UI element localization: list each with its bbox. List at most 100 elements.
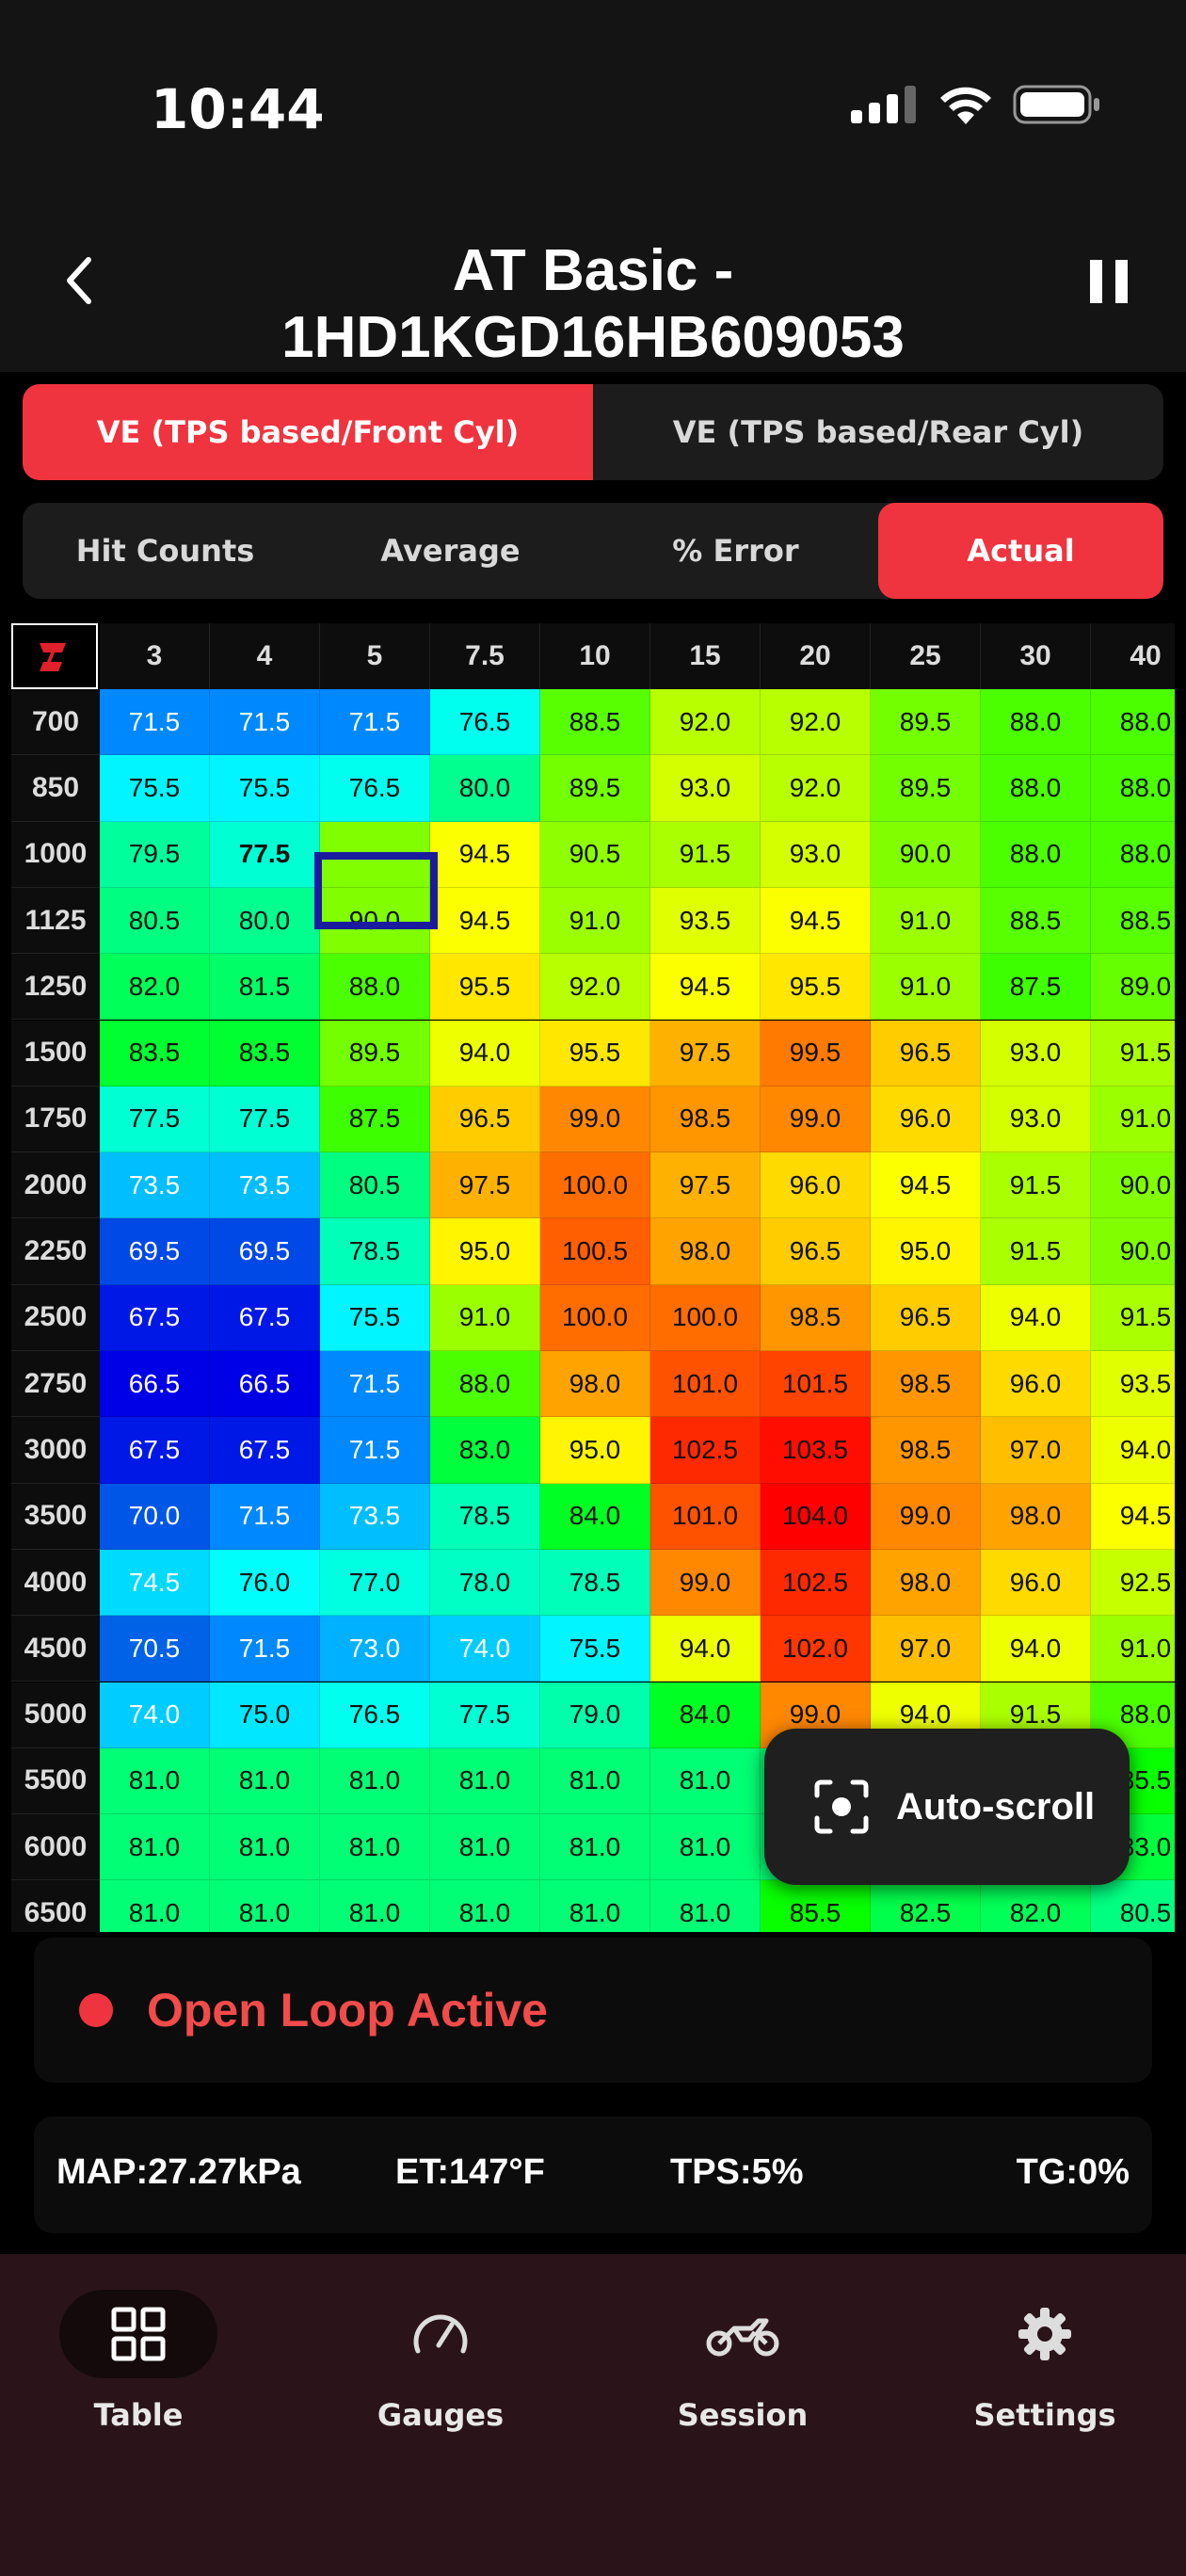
table-cell[interactable]: 97.0 bbox=[871, 1616, 981, 1682]
table-cell[interactable]: 71.5 bbox=[210, 1616, 320, 1682]
table-cell[interactable]: 102.0 bbox=[761, 1616, 871, 1682]
table-cell[interactable]: 95.0 bbox=[540, 1417, 650, 1484]
table-cell[interactable]: 91.5 bbox=[1091, 1020, 1175, 1087]
table-cell[interactable]: 73.0 bbox=[320, 1616, 430, 1682]
table-cell[interactable]: 75.5 bbox=[540, 1616, 650, 1682]
table-cell[interactable]: 73.5 bbox=[100, 1152, 210, 1219]
table-cell[interactable]: 100.0 bbox=[540, 1284, 650, 1351]
table-cell[interactable]: 80.5 bbox=[320, 1152, 430, 1219]
table-cell[interactable]: 98.0 bbox=[871, 1549, 981, 1617]
table-cell[interactable]: 98.0 bbox=[650, 1218, 761, 1285]
table-cell[interactable]: 81.0 bbox=[100, 1814, 210, 1881]
table-cell[interactable]: 81.0 bbox=[650, 1747, 761, 1815]
table-cell[interactable]: 94.5 bbox=[871, 1152, 981, 1219]
table-cell[interactable]: 103.5 bbox=[761, 1417, 871, 1484]
table-cell[interactable]: 75.5 bbox=[100, 755, 210, 822]
table-cell[interactable]: 78.5 bbox=[320, 1218, 430, 1285]
table-cell[interactable]: 90.0 bbox=[871, 821, 981, 888]
table-cell[interactable]: 73.5 bbox=[320, 1483, 430, 1550]
table-cell[interactable]: 81.0 bbox=[430, 1814, 540, 1881]
table-cell[interactable]: 79.0 bbox=[540, 1682, 650, 1748]
table-cell[interactable]: 92.0 bbox=[650, 689, 761, 756]
table-cell[interactable]: 81.0 bbox=[430, 1880, 540, 1932]
table-cell[interactable]: 88.0 bbox=[1091, 689, 1175, 756]
table-cell[interactable]: 92.0 bbox=[540, 954, 650, 1021]
table-cell[interactable]: 67.5 bbox=[210, 1284, 320, 1351]
table-cell[interactable]: 99.0 bbox=[761, 1086, 871, 1153]
table-cell[interactable]: 82.0 bbox=[981, 1880, 1091, 1932]
table-cell[interactable]: 99.5 bbox=[761, 1020, 871, 1087]
table-cell[interactable]: 88.0 bbox=[981, 755, 1091, 822]
table-cell[interactable]: 66.5 bbox=[210, 1351, 320, 1418]
table-cell[interactable]: 89.5 bbox=[871, 689, 981, 756]
table-cell[interactable]: 104.0 bbox=[761, 1483, 871, 1550]
table-cell[interactable]: 96.0 bbox=[761, 1152, 871, 1219]
table-cell[interactable]: 77.5 bbox=[210, 1086, 320, 1153]
table-cell[interactable]: 101.0 bbox=[650, 1483, 761, 1550]
table-cell[interactable]: 81.0 bbox=[540, 1814, 650, 1881]
table-cell[interactable]: 91.0 bbox=[871, 887, 981, 955]
table-cell[interactable]: 96.5 bbox=[430, 1086, 540, 1153]
table-cell[interactable]: 93.0 bbox=[981, 1020, 1091, 1087]
table-cell[interactable]: 89.5 bbox=[320, 1020, 430, 1087]
table-cell[interactable]: 81.0 bbox=[210, 1880, 320, 1932]
table-cell[interactable]: 88.0 bbox=[981, 821, 1091, 888]
table-cell[interactable]: 84.0 bbox=[650, 1682, 761, 1748]
table-cell[interactable]: 99.0 bbox=[871, 1483, 981, 1550]
table-cell[interactable]: 95.5 bbox=[761, 954, 871, 1021]
table-cell[interactable]: 89.5 bbox=[871, 755, 981, 822]
table-cell[interactable]: 96.0 bbox=[871, 1086, 981, 1153]
table-cell[interactable]: 80.0 bbox=[210, 887, 320, 955]
table-cell[interactable]: 91.5 bbox=[981, 1152, 1091, 1219]
table-cell[interactable]: 88.0 bbox=[1091, 821, 1175, 888]
table-cell[interactable]: 98.5 bbox=[871, 1351, 981, 1418]
table-cell[interactable]: 88.0 bbox=[320, 954, 430, 1021]
table-cell[interactable]: 80.5 bbox=[100, 887, 210, 955]
table-cell[interactable]: 98.5 bbox=[650, 1086, 761, 1153]
table-cell[interactable]: 88.0 bbox=[1091, 755, 1175, 822]
table-cell[interactable]: 77.5 bbox=[210, 821, 320, 888]
table-cell[interactable]: 87.5 bbox=[320, 1086, 430, 1153]
table-cell[interactable]: 80.0 bbox=[430, 755, 540, 822]
table-cell[interactable]: 81.0 bbox=[100, 1880, 210, 1932]
table-cell[interactable]: 77.5 bbox=[430, 1682, 540, 1748]
table-cell[interactable]: 94.0 bbox=[650, 1616, 761, 1682]
table-cell[interactable]: 96.0 bbox=[981, 1351, 1091, 1418]
table-cell[interactable]: 87.5 bbox=[981, 954, 1091, 1021]
table-cell[interactable]: 95.5 bbox=[430, 954, 540, 1021]
table-cell[interactable]: 81.0 bbox=[540, 1880, 650, 1932]
table-cell[interactable]: 88.5 bbox=[1091, 887, 1175, 955]
table-cell[interactable]: 93.5 bbox=[1091, 1351, 1175, 1418]
table-cell[interactable]: 75.5 bbox=[320, 1284, 430, 1351]
nav-table[interactable]: Table bbox=[21, 2290, 256, 2469]
table-cell[interactable]: 91.0 bbox=[540, 887, 650, 955]
table-cell[interactable]: 71.5 bbox=[320, 1351, 430, 1418]
table-cell[interactable]: 89.0 bbox=[1091, 954, 1175, 1021]
table-cell[interactable]: 81.0 bbox=[210, 1747, 320, 1815]
table-cell[interactable]: 93.0 bbox=[981, 1086, 1091, 1153]
table-cell[interactable]: 69.5 bbox=[100, 1218, 210, 1285]
table-cell[interactable]: 97.5 bbox=[430, 1152, 540, 1219]
table-cell[interactable]: 94.5 bbox=[430, 821, 540, 888]
pause-icon[interactable] bbox=[1090, 260, 1128, 303]
table-cell[interactable]: 66.5 bbox=[100, 1351, 210, 1418]
table-cell[interactable]: 95.5 bbox=[540, 1020, 650, 1087]
auto-scroll-button[interactable]: Auto-scroll bbox=[764, 1729, 1130, 1885]
table-cell[interactable]: 76.5 bbox=[320, 1682, 430, 1748]
table-cell[interactable]: 100.0 bbox=[650, 1284, 761, 1351]
table-cell[interactable]: 92.0 bbox=[761, 689, 871, 756]
table-cell[interactable]: 76.5 bbox=[320, 755, 430, 822]
table-cell[interactable]: 81.0 bbox=[430, 1747, 540, 1815]
table-cell[interactable]: 102.5 bbox=[761, 1549, 871, 1617]
table-cell[interactable]: 94.0 bbox=[981, 1284, 1091, 1351]
table-cell[interactable]: 78.5 bbox=[430, 1483, 540, 1550]
table-cell[interactable]: 70.0 bbox=[100, 1483, 210, 1550]
table-cell[interactable]: 98.0 bbox=[540, 1351, 650, 1418]
table-cell[interactable]: 76.0 bbox=[210, 1549, 320, 1617]
nav-settings[interactable]: Settings bbox=[927, 2290, 1162, 2469]
table-cell[interactable]: 67.5 bbox=[100, 1417, 210, 1484]
table-cell[interactable]: 96.0 bbox=[981, 1549, 1091, 1617]
table-cell[interactable]: 93.0 bbox=[650, 755, 761, 822]
table-cell[interactable]: 88.5 bbox=[981, 887, 1091, 955]
table-cell[interactable]: 91.5 bbox=[650, 821, 761, 888]
